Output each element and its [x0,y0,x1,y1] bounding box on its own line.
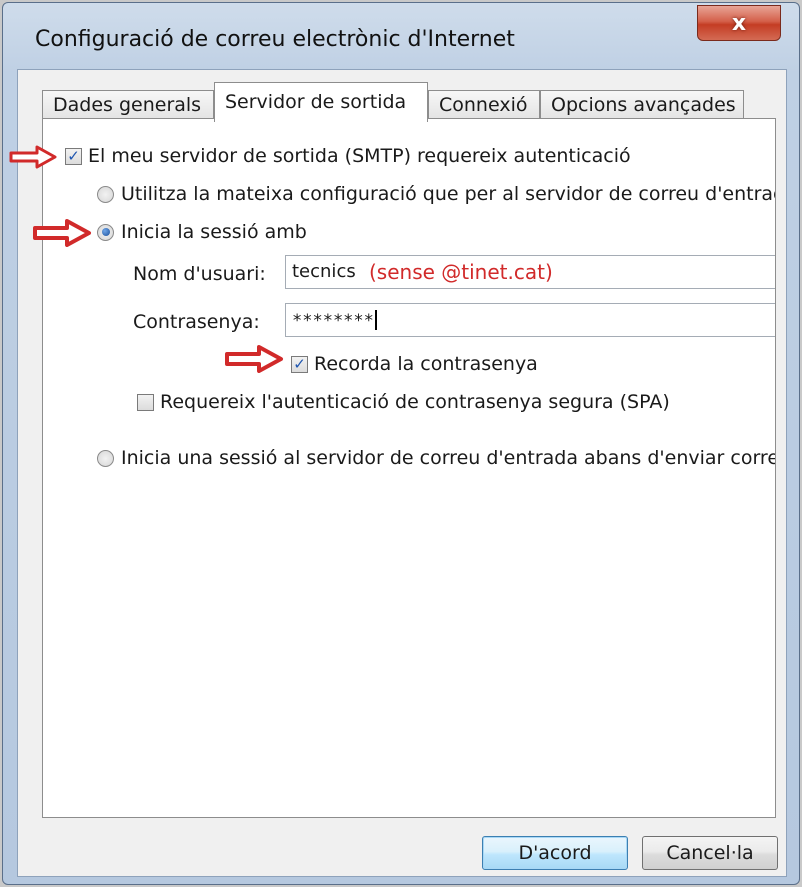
remember-password-checkbox[interactable]: ✓ [291,354,308,373]
password-value: ******** [292,311,374,331]
text-caret [374,310,377,330]
tab-connexio[interactable]: Connexió [428,90,540,120]
username-annotation: (sense @tinet.cat) [369,260,553,284]
same-settings-option[interactable]: Utilitza la mateixa configuració que per… [97,183,776,205]
password-label: Contrasenya: [133,311,260,333]
outgoing-server-panel: ✓ El meu servidor de sortida (SMTP) requ… [42,118,776,818]
close-button[interactable]: x [697,5,781,41]
username-label: Nom d'usuari: [133,263,266,285]
password-label-text: Contrasenya: [133,311,260,333]
remember-password-option[interactable]: ✓ Recorda la contrasenya [291,353,538,375]
login-incoming-first-label: Inicia una sessió al servidor de correu … [121,447,776,469]
username-value: tecnics [292,261,356,282]
window-title: Configuració de correu electrònic d'Inte… [35,27,515,52]
remember-password-label: Recorda la contrasenya [314,353,538,375]
same-settings-radio[interactable] [97,185,114,203]
ok-button[interactable]: D'acord [482,836,628,870]
radio-selected-dot [101,228,110,236]
checkmark-icon: ✓ [67,146,80,165]
arrow-right-icon [9,145,57,169]
tab-servidor-de-sortida[interactable]: Servidor de sortida [214,82,428,122]
smtp-auth-option[interactable]: ✓ El meu servidor de sortida (SMTP) requ… [65,145,631,167]
dialog-client-area: Dades generals Servidor de sortida Conne… [17,69,787,877]
smtp-auth-checkbox[interactable]: ✓ [65,146,82,165]
login-incoming-first-option[interactable]: Inicia una sessió al servidor de correu … [97,447,776,469]
login-incoming-first-radio[interactable] [97,449,114,467]
arrow-right-icon [33,219,91,247]
checkmark-icon: ✓ [293,354,306,373]
close-icon: x [731,10,747,36]
login-with-option[interactable]: Inicia la sessió amb [97,221,307,243]
tab-opcions-avancades[interactable]: Opcions avançades [540,90,744,120]
tab-dades-generals[interactable]: Dades generals [42,90,214,120]
cancel-button[interactable]: Cancel·la [642,836,778,870]
smtp-auth-label: El meu servidor de sortida (SMTP) requer… [88,145,631,167]
arrow-right-icon [225,345,283,373]
dialog-window: Configuració de correu electrònic d'Inte… [2,2,800,885]
spa-option[interactable]: Requereix l'autenticació de contrasenya … [137,391,670,413]
login-with-label: Inicia la sessió amb [121,221,307,243]
login-with-radio[interactable] [97,223,114,241]
spa-label: Requereix l'autenticació de contrasenya … [160,391,670,413]
spa-checkbox[interactable] [137,393,154,411]
username-label-text: Nom d'usuari: [133,263,266,285]
same-settings-label: Utilitza la mateixa configuració que per… [121,183,776,205]
password-input[interactable]: ******** [285,303,775,337]
